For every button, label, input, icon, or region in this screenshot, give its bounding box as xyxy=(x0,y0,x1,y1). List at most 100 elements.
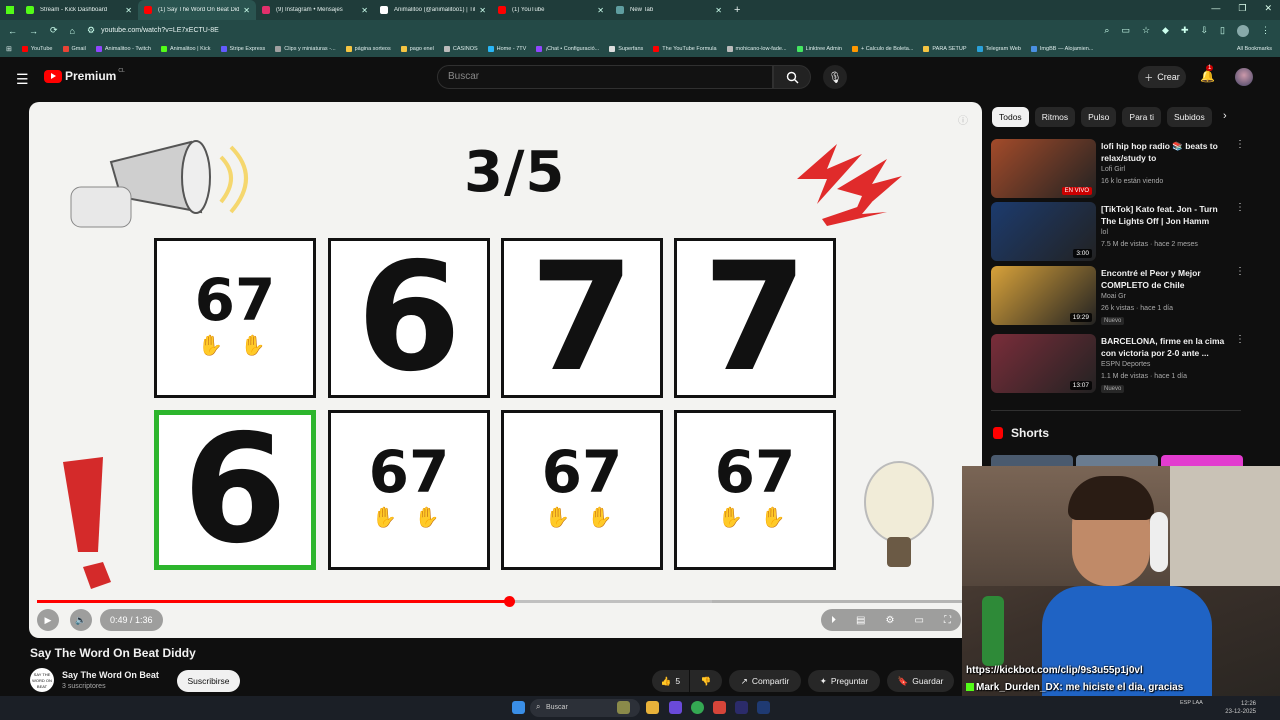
video-player[interactable]: 3/5 67 ✋ ✋ 6 7 7 6 67 ✋ ✋ 67 ✋ ✋ 67 ✋ ✋ ⓘ ▶ 🔈 0:49 … xyxy=(29,102,982,638)
premiere-icon[interactable] xyxy=(735,701,748,714)
filter-chip[interactable]: Ritmos xyxy=(1034,107,1076,127)
cast-icon[interactable]: ▭ xyxy=(1121,25,1130,37)
video-thumbnail[interactable]: EN VIVO xyxy=(991,139,1096,198)
info-icon[interactable]: ⓘ xyxy=(958,112,968,127)
video-thumbnail[interactable]: 19:29 xyxy=(991,266,1096,325)
browser-tab[interactable]: (9) Instagram • Mensajes ✕ xyxy=(256,0,374,20)
menu-kebab-icon[interactable]: ⋮ xyxy=(1261,25,1270,37)
recommended-video[interactable]: 3:00 [TikTok] Kato feat. Jon - Turn The L… xyxy=(991,202,1245,262)
bookmark-item[interactable]: Home - 7TV xyxy=(487,46,526,52)
browser-tab[interactable]: New Tab ✕ xyxy=(610,0,728,20)
app-icon[interactable] xyxy=(669,701,682,714)
close-tab-icon[interactable]: ✕ xyxy=(125,6,132,15)
downloads-icon[interactable]: ⇩ xyxy=(1201,25,1209,37)
recommended-channel[interactable]: Moai Gr xyxy=(1101,293,1126,300)
url-field[interactable]: youtube.com/watch?v=LE7xECTU-8E xyxy=(101,27,219,34)
widget-icon[interactable] xyxy=(617,701,630,714)
search-input[interactable]: Buscar xyxy=(437,65,773,89)
browser-tab[interactable]: (1) YouTube ✕ xyxy=(492,0,610,20)
maximize-icon[interactable]: ❐ xyxy=(1238,3,1246,14)
bookmark-item[interactable]: Clips y miniaturas -... xyxy=(275,46,336,52)
account-avatar[interactable] xyxy=(1235,68,1253,86)
ask-button[interactable]: ✦ Preguntar xyxy=(808,670,880,692)
more-options-icon[interactable]: ⋮ xyxy=(1235,139,1245,150)
reload-icon[interactable]: ⟳ xyxy=(50,25,58,36)
close-tab-icon[interactable]: ✕ xyxy=(361,6,368,15)
home-icon[interactable]: ⌂ xyxy=(70,26,75,36)
filter-chip[interactable]: Para ti xyxy=(1122,107,1161,127)
subtitles-icon[interactable]: ▤ xyxy=(856,615,865,626)
autoplay-toggle-icon[interactable]: ⏵ xyxy=(831,615,836,626)
back-icon[interactable]: ← xyxy=(8,26,17,36)
zoom-icon[interactable]: ⌕ xyxy=(1104,25,1109,37)
chevron-right-icon[interactable]: › xyxy=(1223,110,1227,122)
share-button[interactable]: ↗ Compartir xyxy=(729,670,801,692)
fullscreen-icon[interactable]: ⛶ xyxy=(944,615,951,626)
mute-button[interactable]: 🔈 xyxy=(70,609,92,631)
forward-icon[interactable]: → xyxy=(29,26,38,36)
close-tab-icon[interactable]: ✕ xyxy=(597,6,604,15)
bookmark-item[interactable]: CASINOS xyxy=(443,46,478,52)
photoshop-icon[interactable] xyxy=(757,701,770,714)
filter-chip[interactable]: Todos xyxy=(992,107,1029,127)
search-button[interactable] xyxy=(773,65,811,89)
hamburger-menu-icon[interactable]: ☰ xyxy=(16,71,29,88)
bookmark-item[interactable]: página sorteos xyxy=(345,46,391,52)
recommended-channel[interactable]: Lofi Girl xyxy=(1101,166,1125,173)
extension-icon[interactable]: ◆ xyxy=(1162,25,1169,37)
language-indicator[interactable]: ESP LAA xyxy=(1180,700,1203,707)
bookmark-item[interactable]: ¡Chat • Configuració... xyxy=(536,46,599,52)
more-options-icon[interactable]: ⋮ xyxy=(1235,202,1245,213)
bookmark-item[interactable]: Gmail xyxy=(62,46,86,52)
bookmark-item[interactable]: YouTube xyxy=(21,46,53,52)
more-options-icon[interactable]: ⋮ xyxy=(1235,334,1245,345)
all-bookmarks-button[interactable]: All Bookmarks xyxy=(1237,46,1272,52)
filter-chip[interactable]: Subidos xyxy=(1166,107,1212,127)
bookmark-item[interactable]: Linktree Admin xyxy=(796,46,842,52)
system-clock[interactable]: 12:26 23-12-2025 xyxy=(1225,700,1256,716)
recommended-channel[interactable]: ESPN Deportes xyxy=(1101,361,1150,368)
notifications-button[interactable]: 🔔 1 xyxy=(1200,65,1215,83)
recommended-channel[interactable]: lol xyxy=(1101,229,1108,236)
channel-name[interactable]: Say The Word On Beat xyxy=(62,670,159,680)
bookmark-item[interactable]: Animalitoo - Twitch xyxy=(95,46,151,52)
close-window-icon[interactable]: ✕ xyxy=(1264,3,1272,14)
app-icon[interactable] xyxy=(713,701,726,714)
bookmark-item[interactable]: Telegram Web xyxy=(976,46,1021,52)
bookmark-item[interactable]: PARA SETUP xyxy=(923,46,967,52)
play-button[interactable]: ▶ xyxy=(37,609,59,631)
profile-avatar[interactable] xyxy=(1237,25,1249,37)
progress-bar[interactable] xyxy=(37,596,962,607)
browser-menu-icon[interactable] xyxy=(6,6,14,14)
bookmark-item[interactable]: The YouTube Formula xyxy=(653,46,717,52)
like-button[interactable]: 👍 5 xyxy=(652,670,689,692)
save-button[interactable]: 🔖 Guardar xyxy=(887,670,954,692)
bookmark-item[interactable]: mohicano-low-fade... xyxy=(726,46,787,52)
video-thumbnail[interactable]: 3:00 xyxy=(991,202,1096,261)
browser-tab[interactable]: Animalitoo (@animalitoo1) | TikTok ✕ xyxy=(374,0,492,20)
settings-gear-icon[interactable]: ⚙ xyxy=(885,615,894,626)
chrome-icon[interactable] xyxy=(691,701,704,714)
recommended-video[interactable]: 19:29 Encontré el Peor y Mejor COMPLETO d… xyxy=(991,266,1245,326)
subscribe-button[interactable]: Suscribirse xyxy=(177,670,240,692)
close-tab-icon[interactable]: ✕ xyxy=(715,6,722,15)
recommended-video[interactable]: EN VIVO lofi hip hop radio 📚 beats to rel… xyxy=(991,139,1245,199)
site-info-icon[interactable]: ⚙ xyxy=(87,25,95,36)
bookmark-item[interactable]: Superfans xyxy=(609,46,643,52)
close-tab-icon[interactable]: ✕ xyxy=(243,6,250,15)
recommended-video[interactable]: 13:07 BARCELONA, firme en la cima con vic… xyxy=(991,334,1245,394)
voice-search-button[interactable]: 🎙 xyxy=(823,65,847,89)
extensions-puzzle-icon[interactable]: ✚ xyxy=(1181,25,1189,37)
channel-avatar[interactable]: SAY THE WORD ON BEAT xyxy=(30,668,54,692)
star-icon[interactable]: ☆ xyxy=(1142,25,1150,37)
dislike-button[interactable]: 👎 xyxy=(690,670,722,692)
file-explorer-icon[interactable] xyxy=(646,701,659,714)
create-button[interactable]: ＋ Crear xyxy=(1138,66,1186,88)
browser-tab[interactable]: Stream - Kick Dashboard ✕ xyxy=(20,0,138,20)
bookmark-item[interactable]: + Calculo de Boleta... xyxy=(851,46,913,52)
new-tab-icon[interactable]: + xyxy=(734,4,740,16)
sidepanel-icon[interactable]: ▯ xyxy=(1220,25,1225,37)
apps-grid-icon[interactable]: ⊞ xyxy=(6,45,12,53)
youtube-premium-logo[interactable]: Premium CL xyxy=(44,68,125,83)
bookmark-item[interactable]: ImgBB — Alojamien... xyxy=(1030,46,1093,52)
